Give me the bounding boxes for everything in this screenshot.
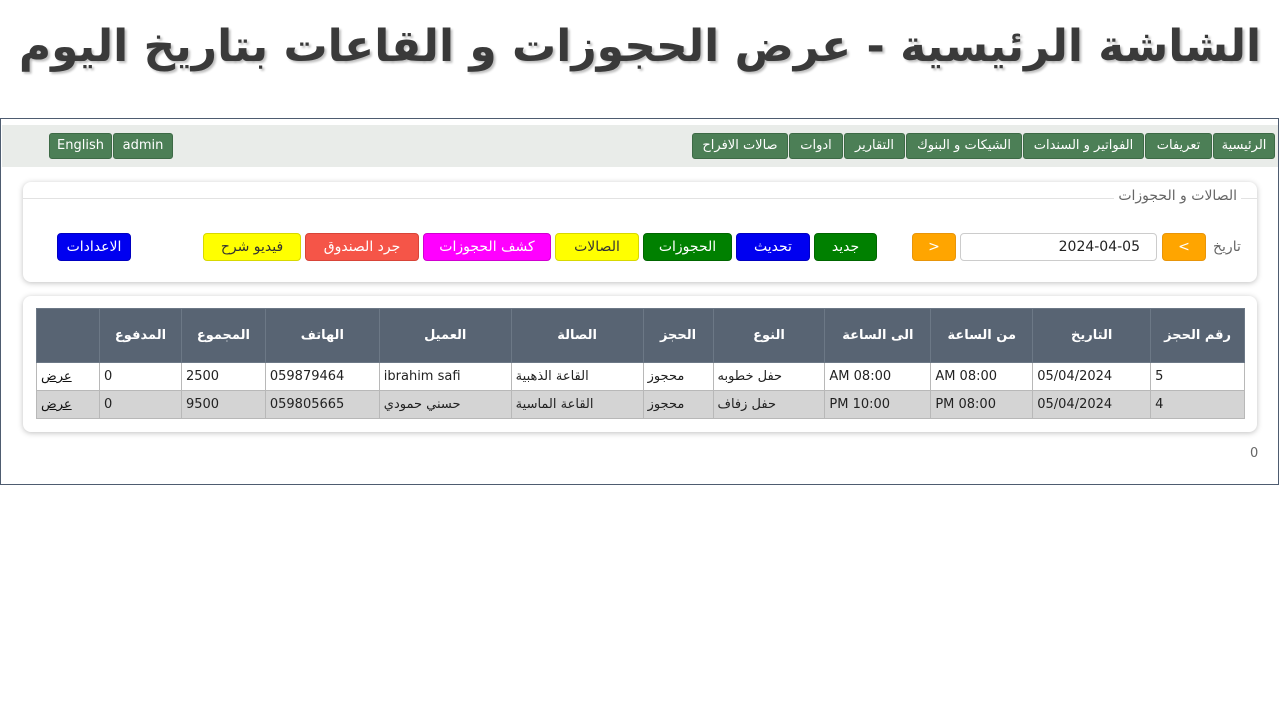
language-button[interactable]: English [49,133,112,159]
slide-title: الشاشة الرئيسية - عرض الحجوزات و القاعات… [18,21,1262,72]
user-menu-button[interactable]: admin [113,133,173,159]
view-booking-link[interactable]: عرض [41,397,72,412]
table-header-row: رقم الحجز التاريخ من الساعة الى الساعة ا… [35,308,1245,363]
cell-status: محجوز [642,362,714,391]
table-row[interactable]: 5 05/04/2024 AM 08:00 AM 08:00 حفل خطوبه… [35,362,1245,391]
cell-phone: 059879464 [264,362,380,391]
nav-invoices[interactable]: الفواتير و السندات [1023,133,1144,159]
date-input[interactable]: 2024-04-05 [960,233,1157,261]
table-row[interactable]: 4 05/04/2024 PM 08:00 PM 10:00 حفل زفاف … [35,390,1245,419]
header-total[interactable]: المجموع [180,308,266,363]
cell-paid: 0 [99,362,182,391]
cell-date: 05/04/2024 [1032,362,1152,391]
header-to-time[interactable]: الى الساعة [824,308,932,363]
cash-count-button[interactable]: جرد الصندوق [305,233,419,261]
header-from-time[interactable]: من الساعة [930,308,1034,363]
header-status[interactable]: الحجز [642,308,714,363]
cell-status: محجوز [642,390,714,419]
panel-divider [23,198,1257,199]
cell-total: 9500 [180,390,266,419]
cell-to-time: AM 08:00 [824,362,932,391]
cell-phone: 059805665 [264,390,380,419]
cell-type: حفل زفاف [712,390,826,419]
header-paid[interactable]: المدفوع [99,308,182,363]
header-date[interactable]: التاريخ [1032,308,1152,363]
cell-booking-no: 5 [1150,362,1245,391]
bookings-controls-panel: الصالات و الحجوزات تاريخ < 2024-04-05 > … [23,182,1257,282]
header-actions [35,308,101,363]
cell-hall: القاعة الذهبية [510,362,644,391]
nav-definitions[interactable]: تعريفات [1145,133,1212,159]
cell-client: حسني حمودي [378,390,512,419]
cell-from-time: AM 08:00 [930,362,1034,391]
app-window: الرئيسية تعريفات الفواتير و السندات الشي… [0,118,1279,485]
cell-type: حفل خطوبه [712,362,826,391]
panel-title: الصالات و الحجوزات [1114,186,1241,206]
bookings-report-button[interactable]: كشف الحجوزات [423,233,551,261]
cell-from-time: PM 08:00 [930,390,1034,419]
nav-home[interactable]: الرئيسية [1213,133,1275,159]
nav-cheques-banks[interactable]: الشيكات و البنوك [906,133,1022,159]
view-booking-link[interactable]: عرض [41,369,72,384]
cell-paid: 0 [99,390,182,419]
cell-action: عرض [35,362,101,391]
date-label: تاريخ [1213,239,1241,255]
top-navbar: الرئيسية تعريفات الفواتير و السندات الشي… [2,125,1278,167]
cell-total: 2500 [180,362,266,391]
bookings-table-panel: رقم الحجز التاريخ من الساعة الى الساعة ا… [23,296,1257,432]
bookings-table: رقم الحجز التاريخ من الساعة الى الساعة ا… [35,308,1245,419]
nav-tools[interactable]: ادوات [789,133,843,159]
next-date-button[interactable]: > [912,233,956,261]
refresh-button[interactable]: تحديث [736,233,810,261]
header-booking-no[interactable]: رقم الحجز [1150,308,1245,363]
video-tutorial-button[interactable]: فيديو شرح [203,233,301,261]
header-type[interactable]: النوع [712,308,826,363]
cell-action: عرض [35,390,101,419]
header-hall[interactable]: الصالة [510,308,644,363]
nav-wedding-halls[interactable]: صالات الافراح [692,133,788,159]
header-client[interactable]: العميل [378,308,512,363]
new-booking-button[interactable]: جديد [814,233,877,261]
bookings-button[interactable]: الحجوزات [643,233,732,261]
header-phone[interactable]: الهاتف [264,308,380,363]
halls-button[interactable]: الصالات [555,233,639,261]
cell-date: 05/04/2024 [1032,390,1152,419]
nav-reports[interactable]: التقارير [844,133,905,159]
cell-client: ibrahim safi [378,362,512,391]
cell-hall: القاعة الماسية [510,390,644,419]
prev-date-button[interactable]: < [1162,233,1206,261]
cell-booking-no: 4 [1150,390,1245,419]
cell-to-time: PM 10:00 [824,390,932,419]
settings-button[interactable]: الاعدادات [57,233,131,261]
record-count: 0 [1250,446,1259,461]
